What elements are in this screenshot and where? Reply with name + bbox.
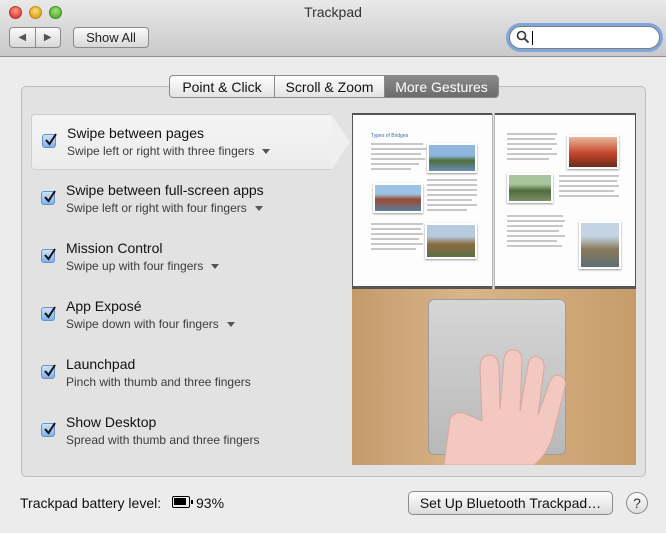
chevron-down-icon: [262, 149, 271, 155]
chevron-down-icon: [254, 206, 263, 212]
gesture-swipe-pages[interactable]: Swipe between pages Swipe left or right …: [31, 114, 350, 170]
hand-icon: [443, 349, 566, 465]
gesture-title: Launchpad: [66, 356, 136, 372]
checkbox-swipe-pages[interactable]: [42, 133, 57, 148]
book-page-left: Types of Bridges: [353, 115, 493, 286]
bridge-photo: [427, 143, 477, 173]
gesture-mission-control[interactable]: Mission Control Swipe up with four finge…: [31, 230, 331, 286]
show-all-button[interactable]: Show All: [73, 27, 149, 48]
gesture-description: Swipe left or right with three fingers: [67, 144, 255, 158]
checkbox-swipe-fullscreen[interactable]: [41, 190, 56, 205]
search-icon: [516, 30, 530, 44]
gesture-option-menu[interactable]: Swipe up with four fingers: [66, 259, 220, 273]
help-button[interactable]: ?: [626, 492, 648, 514]
bridge-photo: [567, 135, 619, 169]
gesture-title: Swipe between full-screen apps: [66, 182, 264, 198]
text-cursor: [532, 31, 533, 45]
chevron-down-icon: [211, 264, 220, 270]
title-bar: Trackpad ◀ ▶ Show All: [0, 0, 666, 57]
gesture-description: Spread with thumb and three fingers: [66, 433, 260, 447]
checkbox-app-expose[interactable]: [41, 306, 56, 321]
gesture-title: App Exposé: [66, 298, 142, 314]
gesture-description: Pinch with thumb and three fingers: [66, 375, 251, 389]
preview-book: Types of Bridges: [352, 113, 636, 289]
gesture-description: Swipe left or right with four fingers: [66, 201, 247, 215]
bridge-photo: [507, 173, 553, 203]
gesture-app-expose[interactable]: App Exposé Swipe down with four fingers: [31, 288, 331, 344]
gesture-title: Swipe between pages: [67, 125, 204, 141]
gesture-description: Swipe down with four fingers: [66, 317, 219, 331]
desk-surface: [352, 289, 636, 465]
book-heading: Types of Bridges: [371, 133, 409, 139]
checkbox-mission-control[interactable]: [41, 248, 56, 263]
window-title: Trackpad: [304, 4, 362, 20]
tab-bar: Point & Click Scroll & Zoom More Gesture…: [169, 75, 499, 98]
gesture-title: Mission Control: [66, 240, 163, 256]
gesture-description: Swipe up with four fingers: [66, 259, 204, 273]
setup-bluetooth-trackpad-button[interactable]: Set Up Bluetooth Trackpad…: [408, 491, 613, 515]
battery-label: Trackpad battery level:: [20, 495, 162, 511]
gesture-launchpad[interactable]: Launchpad Pinch with thumb and three fin…: [31, 346, 331, 402]
back-forward-control: ◀ ▶: [9, 27, 61, 48]
bridge-photo: [425, 223, 477, 259]
checkbox-show-desktop[interactable]: [41, 422, 56, 437]
selection-arrow: [331, 114, 350, 170]
battery-percent: 93%: [196, 495, 225, 511]
gesture-show-desktop[interactable]: Show Desktop Spread with thumb and three…: [31, 404, 331, 460]
book-page-right: [495, 115, 635, 286]
gesture-option-menu[interactable]: Swipe left or right with three fingers: [67, 144, 271, 158]
search-input[interactable]: [509, 26, 660, 49]
gesture-preview-video: Types of Bridges: [352, 113, 636, 465]
bridge-photo: [373, 183, 423, 213]
back-icon[interactable]: ◀: [10, 28, 36, 47]
gesture-title: Show Desktop: [66, 414, 157, 430]
chevron-down-icon: [226, 322, 235, 328]
bridge-photo: [579, 221, 621, 269]
tab-more-gestures[interactable]: More Gestures: [385, 76, 498, 97]
gesture-option-menu[interactable]: Swipe down with four fingers: [66, 317, 235, 331]
gesture-swipe-fullscreen[interactable]: Swipe between full-screen apps Swipe lef…: [31, 172, 331, 228]
gesture-option-menu[interactable]: Swipe left or right with four fingers: [66, 201, 263, 215]
tab-point-click[interactable]: Point & Click: [170, 76, 275, 97]
checkbox-launchpad[interactable]: [41, 364, 56, 379]
forward-icon[interactable]: ▶: [36, 28, 61, 47]
tab-scroll-zoom[interactable]: Scroll & Zoom: [275, 76, 385, 97]
battery-icon: [172, 496, 193, 508]
